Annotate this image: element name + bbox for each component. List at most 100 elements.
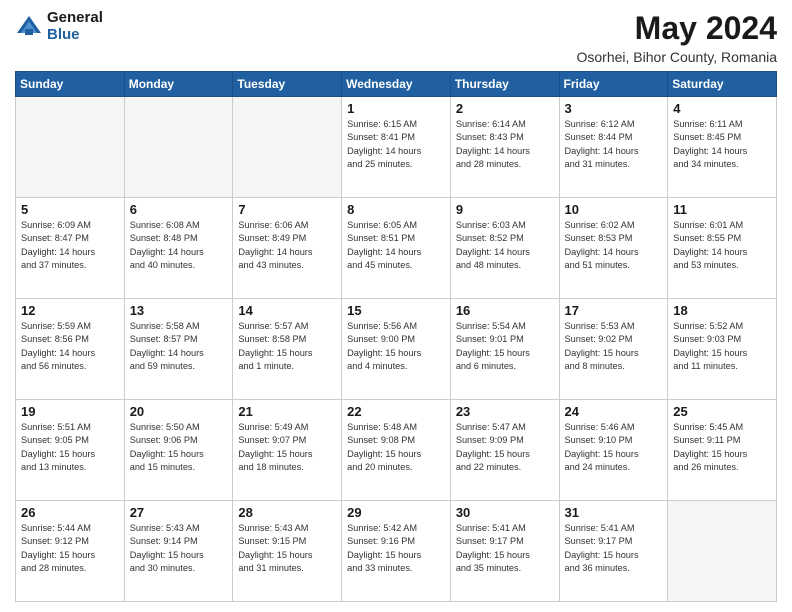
calendar-cell: [16, 97, 125, 198]
day-number: 10: [565, 202, 664, 217]
day-number: 22: [347, 404, 446, 419]
logo-text: General Blue: [47, 10, 103, 43]
calendar-header-monday: Monday: [124, 72, 233, 97]
day-number: 5: [21, 202, 120, 217]
day-info: Sunrise: 5:46 AM Sunset: 9:10 PM Dayligh…: [565, 421, 664, 474]
day-number: 14: [238, 303, 337, 318]
day-number: 28: [238, 505, 337, 520]
calendar-cell: 6 Sunrise: 6:08 AM Sunset: 8:48 PM Daylig…: [124, 198, 233, 299]
day-info: Sunrise: 5:49 AM Sunset: 9:07 PM Dayligh…: [238, 421, 337, 474]
day-number: 7: [238, 202, 337, 217]
calendar-cell: 21 Sunrise: 5:49 AM Sunset: 9:07 PM Dayli…: [233, 400, 342, 501]
title-section: May 2024 Osorhei, Bihor County, Romania: [577, 10, 778, 65]
calendar-cell: 16Sunrise: 5:54 AM Sunset: 9:01 PM Dayli…: [450, 299, 559, 400]
calendar-cell: 27 Sunrise: 5:43 AM Sunset: 9:14 PM Dayli…: [124, 501, 233, 602]
logo-icon: [15, 13, 43, 41]
day-number: 31: [565, 505, 664, 520]
day-number: 8: [347, 202, 446, 217]
calendar-cell: 18 Sunrise: 5:52 AM Sunset: 9:03 PM Dayli…: [668, 299, 777, 400]
day-info: Sunrise: 5:44 AM Sunset: 9:12 PM Dayligh…: [21, 522, 120, 575]
day-info: Sunrise: 6:11 AM Sunset: 8:45 PM Dayligh…: [673, 118, 772, 171]
day-number: 26: [21, 505, 120, 520]
day-info: Sunrise: 6:01 AM Sunset: 8:55 PM Dayligh…: [673, 219, 772, 272]
day-info: Sunrise: 6:15 AM Sunset: 8:41 PM Dayligh…: [347, 118, 446, 171]
day-info: Sunrise: 5:47 AM Sunset: 9:09 PM Dayligh…: [456, 421, 555, 474]
calendar-cell: 1 Sunrise: 6:15 AM Sunset: 8:41 PM Daylig…: [342, 97, 451, 198]
calendar-header-thursday: Thursday: [450, 72, 559, 97]
day-info: Sunrise: 6:12 AM Sunset: 8:44 PM Dayligh…: [565, 118, 664, 171]
calendar-cell: 13Sunrise: 5:58 AM Sunset: 8:57 PM Dayli…: [124, 299, 233, 400]
day-info: Sunrise: 5:54 AM Sunset: 9:01 PM Dayligh…: [456, 320, 555, 373]
calendar-cell: 30Sunrise: 5:41 AM Sunset: 9:17 PM Dayli…: [450, 501, 559, 602]
day-number: 11: [673, 202, 772, 217]
day-number: 29: [347, 505, 446, 520]
day-number: 21: [238, 404, 337, 419]
day-number: 18: [673, 303, 772, 318]
day-number: 6: [130, 202, 229, 217]
day-number: 27: [130, 505, 229, 520]
calendar-week-2: 12 Sunrise: 5:59 AM Sunset: 8:56 PM Dayli…: [16, 299, 777, 400]
day-number: 24: [565, 404, 664, 419]
day-number: 4: [673, 101, 772, 116]
calendar-cell: [233, 97, 342, 198]
day-info: Sunrise: 5:51 AM Sunset: 9:05 PM Dayligh…: [21, 421, 120, 474]
day-number: 23: [456, 404, 555, 419]
calendar-cell: 20 Sunrise: 5:50 AM Sunset: 9:06 PM Dayli…: [124, 400, 233, 501]
day-number: 15: [347, 303, 446, 318]
day-number: 1: [347, 101, 446, 116]
logo: General Blue: [15, 10, 103, 43]
calendar-cell: 24 Sunrise: 5:46 AM Sunset: 9:10 PM Dayli…: [559, 400, 668, 501]
calendar-week-0: 1 Sunrise: 6:15 AM Sunset: 8:41 PM Daylig…: [16, 97, 777, 198]
calendar-cell: 7 Sunrise: 6:06 AM Sunset: 8:49 PM Daylig…: [233, 198, 342, 299]
day-number: 2: [456, 101, 555, 116]
day-info: Sunrise: 5:50 AM Sunset: 9:06 PM Dayligh…: [130, 421, 229, 474]
subtitle: Osorhei, Bihor County, Romania: [577, 49, 778, 65]
day-info: Sunrise: 6:14 AM Sunset: 8:43 PM Dayligh…: [456, 118, 555, 171]
calendar-cell: [668, 501, 777, 602]
day-info: Sunrise: 5:59 AM Sunset: 8:56 PM Dayligh…: [21, 320, 120, 373]
day-info: Sunrise: 5:43 AM Sunset: 9:15 PM Dayligh…: [238, 522, 337, 575]
calendar-cell: 9Sunrise: 6:03 AM Sunset: 8:52 PM Daylig…: [450, 198, 559, 299]
day-info: Sunrise: 6:08 AM Sunset: 8:48 PM Dayligh…: [130, 219, 229, 272]
calendar-cell: 29 Sunrise: 5:42 AM Sunset: 9:16 PM Dayli…: [342, 501, 451, 602]
day-number: 3: [565, 101, 664, 116]
page: General Blue May 2024 Osorhei, Bihor Cou…: [0, 0, 792, 612]
calendar-table: SundayMondayTuesdayWednesdayThursdayFrid…: [15, 71, 777, 602]
day-info: Sunrise: 5:43 AM Sunset: 9:14 PM Dayligh…: [130, 522, 229, 575]
calendar-cell: 14 Sunrise: 5:57 AM Sunset: 8:58 PM Dayli…: [233, 299, 342, 400]
day-info: Sunrise: 5:42 AM Sunset: 9:16 PM Dayligh…: [347, 522, 446, 575]
calendar-cell: 12 Sunrise: 5:59 AM Sunset: 8:56 PM Dayli…: [16, 299, 125, 400]
main-title: May 2024: [577, 10, 778, 47]
day-info: Sunrise: 5:52 AM Sunset: 9:03 PM Dayligh…: [673, 320, 772, 373]
calendar-header-wednesday: Wednesday: [342, 72, 451, 97]
day-number: 12: [21, 303, 120, 318]
day-number: 17: [565, 303, 664, 318]
day-info: Sunrise: 6:05 AM Sunset: 8:51 PM Dayligh…: [347, 219, 446, 272]
calendar-header-sunday: Sunday: [16, 72, 125, 97]
calendar-week-3: 19Sunrise: 5:51 AM Sunset: 9:05 PM Dayli…: [16, 400, 777, 501]
day-info: Sunrise: 5:45 AM Sunset: 9:11 PM Dayligh…: [673, 421, 772, 474]
calendar-cell: 8 Sunrise: 6:05 AM Sunset: 8:51 PM Daylig…: [342, 198, 451, 299]
day-info: Sunrise: 5:57 AM Sunset: 8:58 PM Dayligh…: [238, 320, 337, 373]
calendar-cell: 31Sunrise: 5:41 AM Sunset: 9:17 PM Dayli…: [559, 501, 668, 602]
calendar-cell: 19Sunrise: 5:51 AM Sunset: 9:05 PM Dayli…: [16, 400, 125, 501]
calendar-cell: 2 Sunrise: 6:14 AM Sunset: 8:43 PM Daylig…: [450, 97, 559, 198]
calendar-header-tuesday: Tuesday: [233, 72, 342, 97]
day-info: Sunrise: 5:41 AM Sunset: 9:17 PM Dayligh…: [456, 522, 555, 575]
calendar-cell: 3 Sunrise: 6:12 AM Sunset: 8:44 PM Daylig…: [559, 97, 668, 198]
calendar-cell: 4 Sunrise: 6:11 AM Sunset: 8:45 PM Daylig…: [668, 97, 777, 198]
day-info: Sunrise: 6:09 AM Sunset: 8:47 PM Dayligh…: [21, 219, 120, 272]
calendar-cell: 17Sunrise: 5:53 AM Sunset: 9:02 PM Dayli…: [559, 299, 668, 400]
day-info: Sunrise: 6:06 AM Sunset: 8:49 PM Dayligh…: [238, 219, 337, 272]
calendar-cell: 26 Sunrise: 5:44 AM Sunset: 9:12 PM Dayli…: [16, 501, 125, 602]
calendar-cell: 28 Sunrise: 5:43 AM Sunset: 9:15 PM Dayli…: [233, 501, 342, 602]
calendar-cell: 11 Sunrise: 6:01 AM Sunset: 8:55 PM Dayli…: [668, 198, 777, 299]
calendar-header-row: SundayMondayTuesdayWednesdayThursdayFrid…: [16, 72, 777, 97]
calendar-header-friday: Friday: [559, 72, 668, 97]
calendar-week-4: 26 Sunrise: 5:44 AM Sunset: 9:12 PM Dayli…: [16, 501, 777, 602]
calendar-week-1: 5 Sunrise: 6:09 AM Sunset: 8:47 PM Daylig…: [16, 198, 777, 299]
calendar-header-saturday: Saturday: [668, 72, 777, 97]
calendar-cell: 5 Sunrise: 6:09 AM Sunset: 8:47 PM Daylig…: [16, 198, 125, 299]
day-number: 20: [130, 404, 229, 419]
day-number: 25: [673, 404, 772, 419]
